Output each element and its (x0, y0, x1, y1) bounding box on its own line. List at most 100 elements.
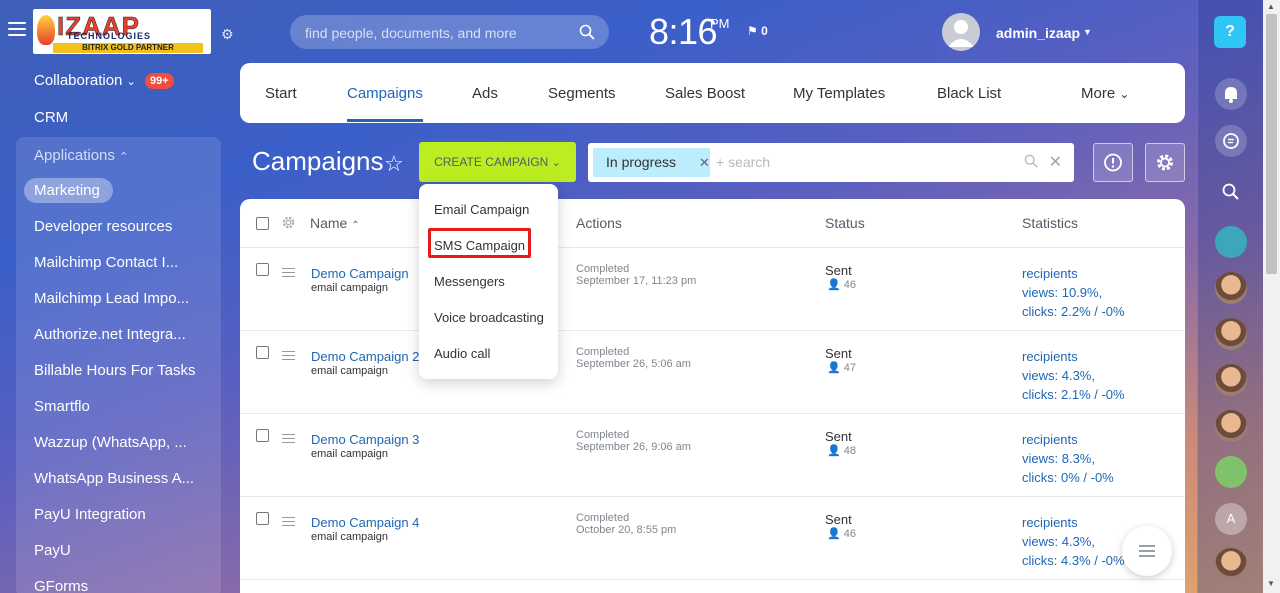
search-icon[interactable] (579, 24, 595, 40)
chat-avatar[interactable] (1215, 272, 1247, 304)
tab-black-list[interactable]: Black List (937, 85, 1001, 102)
statistics-recipients[interactable]: recipients (1022, 264, 1078, 283)
sidebar-item-collaboration[interactable]: Collaboration ⌄ (34, 72, 136, 89)
sidebar-item-developer-resources[interactable]: Developer resources (34, 218, 172, 235)
username[interactable]: admin_izaap (996, 25, 1080, 41)
chat-avatar[interactable] (1215, 410, 1247, 442)
flag-counter[interactable]: ⚑ 0 (747, 24, 768, 38)
statistics-clicks[interactable]: clicks: 4.3% / -0% (1022, 551, 1125, 570)
statistics-views[interactable]: views: 8.3%, (1022, 449, 1095, 468)
tab-my-templates[interactable]: My Templates (793, 85, 885, 102)
sidebar-item-billable-hours[interactable]: Billable Hours For Tasks (34, 362, 195, 379)
scroll-down-arrow-icon[interactable]: ▼ (1267, 579, 1275, 588)
campaign-type: email campaign (311, 282, 389, 294)
statistics-views[interactable]: views: 4.3%, (1022, 532, 1095, 551)
clock-time[interactable]: 8:16 (649, 11, 718, 53)
company-logo[interactable]: IZAAP TECHNOLOGIES BITRIX GOLD PARTNER (33, 9, 211, 54)
statistics-views[interactable]: views: 4.3%, (1022, 366, 1095, 385)
row-checkbox[interactable] (256, 263, 269, 276)
column-header-name[interactable]: Name ⌃ (310, 215, 360, 231)
scroll-up-arrow-icon[interactable]: ▲ (1267, 2, 1275, 11)
user-avatar[interactable] (942, 13, 980, 51)
statistics-views[interactable]: views: 10.9%, (1022, 283, 1102, 302)
list-menu-button[interactable] (1122, 526, 1172, 576)
row-divider (240, 330, 1185, 331)
menu-item-voice-broadcasting[interactable]: Voice broadcasting (434, 310, 544, 325)
sidebar-item-marketing[interactable]: Marketing (34, 182, 100, 199)
clear-filter-icon[interactable]: ✕ (1049, 152, 1062, 172)
contact-card-icon[interactable] (1215, 226, 1247, 258)
create-campaign-button[interactable]: CREATE CAMPAIGN ⌄ (419, 142, 576, 182)
tab-sales-boost[interactable]: Sales Boost (665, 85, 745, 102)
chat-button[interactable] (1215, 125, 1247, 157)
settings-sliders-icon[interactable]: ⚙ (221, 26, 234, 43)
statistics-clicks[interactable]: clicks: 2.2% / -0% (1022, 302, 1125, 321)
statistics-clicks[interactable]: clicks: 0% / -0% (1022, 468, 1114, 487)
tab-more[interactable]: More ⌄ (1081, 85, 1129, 102)
column-header-actions[interactable]: Actions (576, 215, 622, 231)
search-button[interactable] (1215, 176, 1247, 208)
recipient-count: 👤 48 (827, 444, 856, 457)
row-checkbox[interactable] (256, 429, 269, 442)
chevron-down-icon[interactable]: ▼ (1083, 27, 1092, 37)
sidebar-item-payu[interactable]: PayU (34, 542, 71, 559)
tab-campaigns[interactable]: Campaigns (347, 85, 423, 102)
filter-search-placeholder: + search (716, 154, 771, 170)
sidebar-item-mailchimp-lead[interactable]: Mailchimp Lead Impo... (34, 290, 189, 307)
chat-avatar[interactable] (1215, 364, 1247, 396)
sidebar-item-wazzup[interactable]: Wazzup (WhatsApp, ... (34, 434, 187, 451)
chevron-down-icon: ⌄ (1119, 87, 1130, 101)
menu-icon[interactable] (8, 22, 26, 40)
filter-chip-in-progress[interactable]: In progress ✕ (593, 148, 710, 177)
scrollbar-thumb[interactable] (1266, 14, 1277, 274)
sidebar-item-payu-integration[interactable]: PayU Integration (34, 506, 146, 523)
remove-filter-icon[interactable]: ✕ (699, 148, 710, 177)
campaign-name-link[interactable]: Demo Campaign 2 (311, 349, 419, 364)
bell-icon (1225, 87, 1237, 103)
tab-segments[interactable]: Segments (548, 85, 616, 102)
drag-handle-icon[interactable] (282, 268, 295, 280)
chat-avatar[interactable] (1215, 548, 1247, 580)
filter-search-input[interactable]: In progress ✕ + search ✕ (588, 143, 1074, 182)
gear-icon[interactable] (281, 215, 296, 230)
tab-start[interactable]: Start (265, 85, 297, 102)
notifications-button[interactable] (1215, 78, 1247, 110)
drag-handle-icon[interactable] (282, 434, 295, 446)
column-header-statistics[interactable]: Statistics (1022, 215, 1078, 231)
select-all-checkbox[interactable] (256, 217, 269, 230)
statistics-recipients[interactable]: recipients (1022, 347, 1078, 366)
menu-item-audio-call[interactable]: Audio call (434, 346, 490, 361)
campaign-name-link[interactable]: Demo Campaign 4 (311, 515, 419, 530)
sidebar-item-applications[interactable]: Applications ⌃ (34, 147, 128, 164)
row-checkbox[interactable] (256, 346, 269, 359)
global-search-input[interactable]: find people, documents, and more (290, 15, 609, 49)
search-icon[interactable] (1024, 154, 1038, 168)
page-title: Campaigns (252, 146, 384, 176)
sidebar-item-smartflo[interactable]: Smartflo (34, 398, 90, 415)
drag-handle-icon[interactable] (282, 517, 295, 529)
letter-avatar[interactable]: A (1215, 503, 1247, 535)
statistics-recipients[interactable]: recipients (1022, 430, 1078, 449)
settings-button[interactable] (1145, 143, 1185, 182)
menu-item-email-campaign[interactable]: Email Campaign (434, 202, 529, 217)
drag-handle-icon[interactable] (282, 351, 295, 363)
row-checkbox[interactable] (256, 512, 269, 525)
column-header-status[interactable]: Status (825, 215, 865, 231)
group-chat-icon[interactable] (1215, 456, 1247, 488)
sidebar-item-authorize-net[interactable]: Authorize.net Integra... (34, 326, 186, 343)
campaign-name-link[interactable]: Demo Campaign 3 (311, 432, 419, 447)
help-button[interactable]: ? (1214, 16, 1246, 48)
alert-button[interactable] (1093, 143, 1133, 182)
statistics-clicks[interactable]: clicks: 2.1% / -0% (1022, 385, 1125, 404)
menu-item-sms-campaign[interactable]: SMS Campaign (434, 238, 525, 253)
statistics-recipients[interactable]: recipients (1022, 513, 1078, 532)
tab-ads[interactable]: Ads (472, 85, 498, 102)
sidebar-item-mailchimp-contact[interactable]: Mailchimp Contact I... (34, 254, 178, 271)
chat-avatar[interactable] (1215, 318, 1247, 350)
sidebar-item-crm[interactable]: CRM (34, 109, 68, 126)
menu-item-messengers[interactable]: Messengers (434, 274, 505, 289)
campaign-name-link[interactable]: Demo Campaign (311, 266, 409, 281)
star-icon[interactable]: ☆ (384, 151, 404, 177)
sidebar-item-whatsapp-business[interactable]: WhatsApp Business A... (34, 470, 194, 487)
sidebar-item-gforms[interactable]: GForms (34, 578, 88, 593)
